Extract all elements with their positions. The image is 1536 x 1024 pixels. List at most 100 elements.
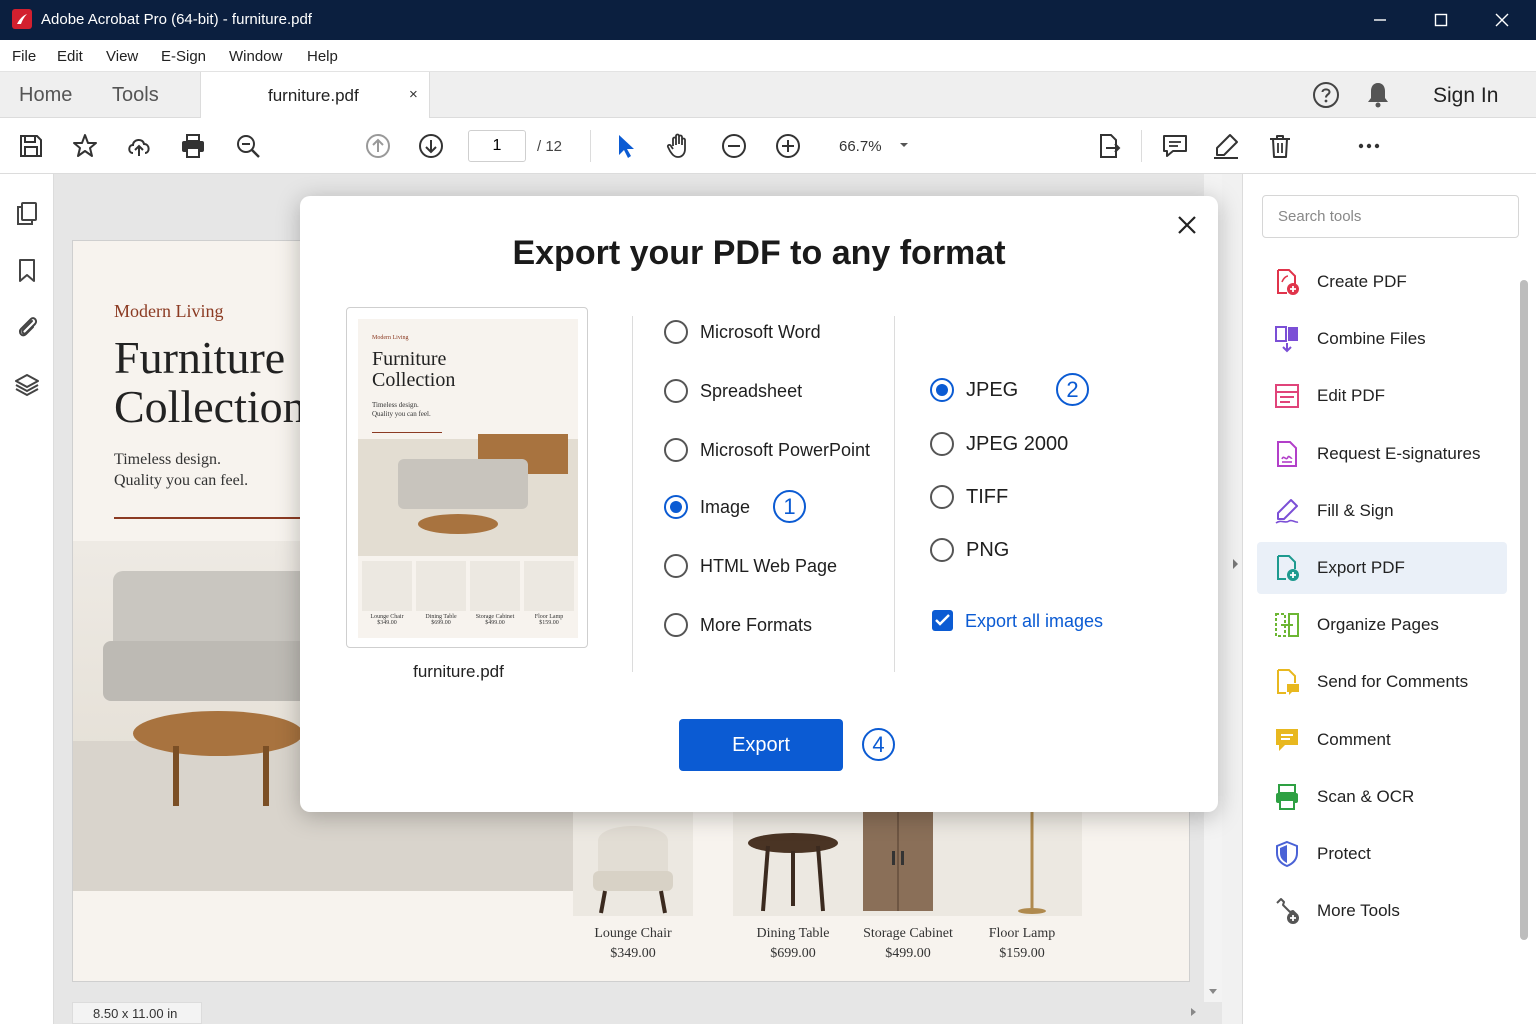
cloud-upload-icon[interactable] — [125, 132, 153, 160]
zoom-out-icon[interactable] — [720, 132, 748, 160]
radio-button[interactable] — [664, 320, 688, 344]
menu-file[interactable]: File — [12, 48, 36, 65]
fill-sign-icon — [1275, 499, 1299, 524]
share-export-icon[interactable] — [1095, 132, 1123, 160]
tool-protect[interactable]: Protect — [1257, 828, 1507, 880]
tool-organize-pages[interactable]: Organize Pages — [1257, 599, 1507, 651]
menu-view[interactable]: View — [106, 48, 138, 65]
product-card: Dining Table $699.00 — [733, 811, 853, 962]
more-options-icon[interactable] — [1355, 132, 1383, 160]
notifications-bell-icon[interactable] — [1365, 81, 1391, 109]
menu-esign[interactable]: E-Sign — [161, 48, 206, 65]
help-icon[interactable] — [1312, 81, 1340, 109]
close-dialog-icon[interactable] — [1176, 214, 1198, 236]
comment-tool-icon — [1276, 729, 1298, 751]
tool-create-pdf[interactable]: Create PDF — [1257, 256, 1507, 308]
format-label: Microsoft PowerPoint — [700, 440, 871, 460]
tab-home[interactable]: Home — [19, 84, 72, 107]
previous-page-icon[interactable] — [364, 132, 392, 160]
tab-document[interactable]: furniture.pdf × — [200, 72, 430, 118]
scroll-right-arrow-icon[interactable] — [1188, 1007, 1198, 1017]
tab-tools[interactable]: Tools — [112, 84, 159, 107]
menu-window[interactable]: Window — [229, 48, 282, 65]
image-format-label: TIFF — [966, 486, 1009, 508]
export-all-images-label: Export all images — [965, 611, 1104, 631]
maximize-button[interactable] — [1411, 0, 1471, 40]
thumbnail-sofa — [398, 459, 528, 509]
brand-name: Modern Living — [114, 301, 224, 321]
print-icon[interactable] — [179, 132, 207, 160]
tool-label: Export PDF — [1317, 558, 1405, 577]
radio-button[interactable] — [930, 485, 954, 509]
menu-help[interactable]: Help — [307, 48, 338, 65]
select-cursor-icon[interactable] — [612, 132, 640, 160]
close-tab-icon[interactable]: × — [409, 86, 418, 103]
step-badge: 4 — [862, 728, 895, 761]
tool-edit-pdf[interactable]: Edit PDF — [1257, 370, 1507, 422]
product-name: Storage Cabinet — [863, 926, 953, 941]
zoom-in-icon[interactable] — [774, 132, 802, 160]
document-horizontal-scrollbar[interactable] — [72, 1002, 1202, 1022]
tools-panel-scrollbar[interactable] — [1520, 280, 1528, 940]
layers-icon[interactable] — [14, 372, 40, 398]
page-thumbnails-icon[interactable] — [14, 200, 40, 226]
radio-button[interactable] — [930, 538, 954, 562]
coffee-table-image — [133, 711, 303, 756]
product-card: Storage Cabinet $499.00 — [848, 811, 968, 962]
table-leg — [263, 746, 269, 806]
star-bookmark-icon[interactable] — [71, 132, 99, 160]
search-tools-input[interactable] — [1262, 195, 1519, 238]
collapse-right-arrow-icon[interactable] — [1231, 557, 1241, 571]
radio-button[interactable] — [664, 613, 688, 637]
product-card: Floor Lamp $159.00 — [962, 811, 1082, 962]
radio-button[interactable] — [664, 438, 688, 462]
radio-button[interactable] — [664, 379, 688, 403]
hand-tool-icon[interactable] — [665, 132, 693, 160]
attachment-paperclip-icon[interactable] — [14, 313, 40, 339]
thumbnail-title: Furniture Collection — [372, 348, 456, 391]
tool-comment[interactable]: Comment — [1257, 714, 1507, 766]
radio-button[interactable] — [664, 554, 688, 578]
sign-in-button[interactable]: Sign In — [1433, 84, 1498, 108]
tool-label: Organize Pages — [1317, 615, 1439, 634]
comment-icon[interactable] — [1161, 132, 1189, 160]
close-window-button[interactable] — [1472, 0, 1532, 40]
scroll-down-arrow-icon[interactable] — [1208, 986, 1218, 996]
minimize-button[interactable] — [1350, 0, 1410, 40]
radio-button[interactable] — [930, 432, 954, 456]
save-icon[interactable] — [17, 132, 45, 160]
tool-label: Protect — [1317, 844, 1371, 863]
zoom-level[interactable]: 66.7% — [839, 138, 882, 155]
tool-fill-sign[interactable]: Fill & Sign — [1257, 485, 1507, 537]
radio-button-selected[interactable] — [930, 378, 954, 402]
highlight-pen-icon[interactable] — [1212, 132, 1240, 160]
document-tab-label: furniture.pdf — [268, 86, 359, 105]
menu-edit[interactable]: Edit — [57, 48, 83, 65]
trash-icon[interactable] — [1266, 132, 1294, 160]
tool-more-tools[interactable]: More Tools — [1257, 885, 1507, 937]
product-price: $349.00 — [610, 946, 656, 961]
tool-export-pdf[interactable]: Export PDF — [1257, 542, 1507, 594]
page-number-input[interactable] — [468, 130, 526, 162]
dialog-title: Export your PDF to any format — [512, 234, 1006, 272]
zoom-search-icon[interactable] — [234, 132, 262, 160]
bookmark-icon[interactable] — [14, 257, 40, 283]
tool-scan-ocr[interactable]: Scan & OCR — [1257, 771, 1507, 823]
tool-request-esignatures[interactable]: Request E-signatures — [1257, 428, 1507, 480]
toolbar: / 12 66.7% — [0, 118, 1536, 174]
toolbar-divider — [590, 130, 591, 162]
title-bar: Adobe Acrobat Pro (64-bit) - furniture.p… — [0, 0, 1536, 40]
image-format-label: PNG — [966, 539, 1010, 561]
next-page-icon[interactable] — [417, 132, 445, 160]
chevron-down-icon[interactable] — [898, 140, 910, 150]
tool-label: Send for Comments — [1317, 672, 1469, 691]
toolbar-divider — [1141, 130, 1142, 162]
menu-bar: File Edit View E-Sign Window Help — [0, 40, 1536, 72]
product-name: Dining Table — [756, 926, 830, 941]
tool-combine-files[interactable]: Combine Files — [1257, 313, 1507, 365]
export-button[interactable]: Export — [679, 719, 843, 771]
thumbnail-product-price: $349.00 — [377, 620, 397, 626]
checkbox-checked[interactable] — [932, 610, 953, 631]
tool-send-for-comments[interactable]: Send for Comments — [1257, 656, 1507, 708]
radio-button-selected[interactable] — [664, 495, 688, 519]
